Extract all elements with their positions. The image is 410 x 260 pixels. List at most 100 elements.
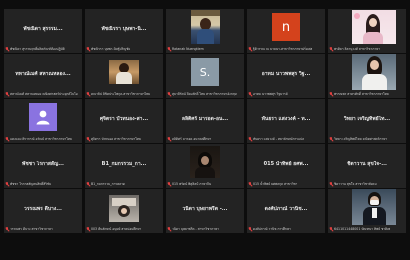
participant-label: พัชชา โรกาสสัญหนสิทธิ์สิริชัย: [10, 182, 51, 186]
participant-name: พัชชา โรกาสสัญ...: [22, 161, 64, 167]
tile-footer: พัชชา โรกาสสัญหนสิทธิ์สิริชัย: [5, 181, 81, 187]
participant-label: ศุจิตรา บัวทนอง สาขาวิชาภาษาไทย: [91, 137, 141, 141]
mic-muted-icon: [5, 92, 9, 96]
participant-tile[interactable]: พัชณิดา สุรรรม... พัชณิดา สุรรรมฤทธิ์ผลิ…: [4, 9, 82, 53]
participant-tile[interactable]: วนิดา บุษยาพรีต -... วนิดา บุษยาพรีต - ส…: [166, 189, 244, 233]
participant-label: พรติยา ลิลานุวงศ์ สาขาวิชาภาษา: [334, 47, 381, 51]
mic-muted-icon: [167, 137, 171, 141]
participant-name: ชิดาวาน สุขใจ-...: [347, 161, 387, 167]
participant-label: วนิดา บุษยาพรีต - สาขาวิชาภาษา: [172, 227, 219, 231]
participant-name: ทันยรา แสงวงค์ - ท...: [261, 116, 311, 122]
tile-footer: ทันยรา แสงวงค์ - ทยาลักษณ์การแปล: [248, 136, 324, 142]
participant-name: พัชณิดา สุรรรม...: [23, 26, 63, 32]
mic-muted-icon: [86, 47, 90, 51]
mic-muted-icon: [248, 47, 252, 51]
participant-tile[interactable]: Ratanak Nuengtiem: [166, 9, 244, 53]
participant-label: วิทยา เจริญทิพย์ไทย คณิตศาสตร์ภาษา: [334, 137, 388, 141]
tile-footer: B1_กมกรรวม_การตลาด: [86, 181, 162, 187]
participant-label: ลลิติศร์ มารอด อนาคตศึกษา: [172, 137, 212, 141]
participant-label: Ratanak Nuengtiem: [172, 47, 204, 51]
mic-muted-icon: [329, 92, 333, 96]
tile-footer: พรติยา ลิลานุวงศ์ สาขาวิชาภาษา: [329, 46, 405, 52]
mic-muted-icon: [248, 182, 252, 186]
avatar: [29, 103, 57, 131]
tile-footer: ฐิติวรรณ ณ มาลนา-สาขาวิชาภาษาฝรั่งเศส: [248, 46, 324, 52]
person-icon: [36, 110, 50, 125]
participant-tile[interactable]: พัชณิรรา บุษพา-นิ... พัชณิรรา บุษพา-นิษฐ…: [85, 9, 163, 53]
participant-tile[interactable]: 015 พรัตน์ พิศุลิลป์ ภาษาจีน: [166, 144, 244, 188]
participant-name: ศุจิตรา บัวทนอง-สา...: [99, 116, 149, 122]
participant-name: ดงศ์ปภาณ์ วานิช...: [264, 206, 308, 212]
mic-muted-icon: [329, 182, 333, 186]
participant-label: คณาธิป ลิขิตประไพกุล-สาขาวิชาภาษาไทย: [91, 92, 151, 96]
mic-muted-icon: [5, 227, 9, 231]
participant-tile[interactable]: B1_กมกรรวม_กา... B1_กมกรรวม_การตลาด: [85, 144, 163, 188]
participant-name: อาทม นาวพพสุร วิฐ...: [261, 71, 311, 77]
avatar: S.: [191, 58, 219, 86]
mic-muted-icon: [86, 227, 90, 231]
participant-tile[interactable]: 015 น้ำทิพย์ ยศพ... 015 น้ำทิพย์ ยศพลกุล…: [247, 144, 325, 188]
participant-video: [191, 10, 220, 44]
participant-name: ทหาณ์เมศ์ สหาณหลอง...: [15, 71, 71, 77]
participant-tile[interactable]: วรรณพร ดีบาง... วรรณพร ดีบาง สาขาวิชาภาษ…: [4, 189, 82, 233]
tile-footer: ดงศ์ปภาณ์ วานิช การศึกษา: [248, 226, 324, 232]
participant-label: แตงแมง ศิรากรณ์ อรัณย์ สาขาวิชาภาษาไทย: [10, 137, 72, 141]
participant-video: [352, 189, 396, 225]
participant-label: ชิดาวาน สุขใจ สาขาวิชาสังคม: [334, 182, 377, 186]
tile-footer: คณาธิป ลิขิตประไพกุล-สาขาวิชาภาษาไทย: [86, 91, 162, 97]
mic-muted-icon: [5, 182, 9, 186]
participant-label: พัชณิดา สุรรรมฤทธิ์ผลิตภัณฑ์ห้องปฏิบัติ: [10, 47, 65, 51]
mic-muted-icon: [248, 227, 252, 231]
tile-footer: สหาณ์เมศ์ สหาณหลอง คณิตศาสตร์ประยุกต์ไบโ…: [5, 91, 81, 97]
tile-footer: ลลิติศร์ มารอด อนาคตศึกษา: [167, 136, 243, 142]
mic-muted-icon: [5, 47, 9, 51]
participant-label: B1_กมกรรวม_การตลาด: [91, 182, 125, 186]
mic-muted-icon: [248, 92, 252, 96]
participant-tile[interactable]: พรรณพร สาครศักดิ์ สาขาวิชาภาษาไทย: [328, 54, 406, 98]
participant-tile[interactable]: พัชชา โรกาสสัญ... พัชชา โรกาสสัญหนสิทธิ์…: [4, 144, 82, 188]
participant-tile[interactable]: ชิดาวาน สุขใจ-... ชิดาวาน สุขใจ สาขาวิชา…: [328, 144, 406, 188]
participant-tile[interactable]: ลลิติศร์ มารอด-อน... ลลิติศร์ มารอด อนาค…: [166, 99, 244, 143]
participant-tile[interactable]: S. สุมาลีรัตน์ ปิยะศักดิ์ ไทย สาขาวิชาภา…: [166, 54, 244, 98]
participant-tile[interactable]: n ฐิติวรรณ ณ มาลนา-สาขาวิชาภาษาฝรั่งเศส: [247, 9, 325, 53]
participant-tile[interactable]: 6411011448001 ปัณฑนา ทิพย์ ชาติเพ: [328, 189, 406, 233]
tile-footer: วนิดา บุษยาพรีต - สาขาวิชาภาษา: [167, 226, 243, 232]
participant-grid: พัชณิดา สุรรรม... พัชณิดา สุรรรมฤทธิ์ผลิ…: [4, 9, 406, 233]
tile-footer: พัชณิดา สุรรรมฤทธิ์ผลิตภัณฑ์ห้องปฏิบัติ: [5, 46, 81, 52]
participant-name: พัชณิรรา บุษพา-นิ...: [101, 26, 147, 32]
participant-label: 003 ต้นลักษณ์ อนุษย์ สาคม่อมศึกษา: [91, 227, 142, 231]
participant-tile[interactable]: ทันยรา แสงวงค์ - ท... ทันยรา แสงวงค์ - ท…: [247, 99, 325, 143]
participant-tile[interactable]: วิทยา เจริญทิพย์ไท... วิทยา เจริญทิพย์ไท…: [328, 99, 406, 143]
participant-label: ฐิติวรรณ ณ มาลนา-สาขาวิชาภาษาฝรั่งเศส: [253, 47, 313, 51]
mic-muted-icon: [86, 92, 90, 96]
participant-tile[interactable]: 003 ต้นลักษณ์ อนุษย์ สาคม่อมศึกษา: [85, 189, 163, 233]
participant-tile[interactable]: อาทม นาวพพสุร วิฐ... อาทม นาวพพสุร วิฐมา…: [247, 54, 325, 98]
participant-tile[interactable]: ศุจิตรา บัวทนอง-สา... ศุจิตรา บัวทนอง สา…: [85, 99, 163, 143]
tile-footer: 003 ต้นลักษณ์ อนุษย์ สาคม่อมศึกษา: [86, 226, 162, 232]
mic-muted-icon: [167, 92, 171, 96]
tile-footer: พรรณพร สาครศักดิ์ สาขาวิชาภาษาไทย: [329, 91, 405, 97]
participant-label: 015 น้ำทิพย์ ยศพลกุล สาขาวิชา: [253, 182, 298, 186]
tile-footer: วรรณพร ดีบาง สาขาวิชาภาษา: [5, 226, 81, 232]
participant-name: 015 น้ำทิพย์ ยศพ...: [263, 161, 309, 167]
tile-footer: 015 น้ำทิพย์ ยศพลกุล สาขาวิชา: [248, 181, 324, 187]
participant-name: วิทยา เจริญทิพย์ไท...: [343, 116, 391, 122]
participant-tile[interactable]: คณาธิป ลิขิตประไพกุล-สาขาวิชาภาษาไทย: [85, 54, 163, 98]
participant-tile[interactable]: ทหาณ์เมศ์ สหาณหลอง... สหาณ์เมศ์ สหาณหลอง…: [4, 54, 82, 98]
avatar: n: [272, 13, 300, 41]
participant-label: สุมาลีรัตน์ ปิยะศักดิ์ ไทย สาขาวิชาภาษาอ…: [172, 92, 237, 96]
mic-muted-icon: [167, 47, 171, 51]
participant-tile[interactable]: ดงศ์ปภาณ์ วานิช... ดงศ์ปภาณ์ วานิช การศึ…: [247, 189, 325, 233]
participant-label: ดงศ์ปภาณ์ วานิช การศึกษา: [253, 227, 291, 231]
participant-video: [352, 10, 396, 44]
mic-muted-icon: [329, 227, 333, 231]
tile-footer: พัชณิรรา บุษพา-นิษฐ์ปริญชัย: [86, 46, 162, 52]
mic-muted-icon: [329, 137, 333, 141]
participant-name: วรรณพร ดีบาง...: [24, 206, 62, 212]
participant-label: พรรณพร สาครศักดิ์ สาขาวิชาภาษาไทย: [334, 92, 389, 96]
tile-footer: แตงแมง ศิรากรณ์ อรัณย์ สาขาวิชาภาษาไทย: [5, 136, 81, 142]
tile-footer: อาทม นาวพพสุร วิฐมารย์: [248, 91, 324, 97]
participant-name: วนิดา บุษยาพรีต -...: [182, 206, 228, 212]
participant-tile[interactable]: แตงแมง ศิรากรณ์ อรัณย์ สาขาวิชาภาษาไทย: [4, 99, 82, 143]
participant-tile[interactable]: พรติยา ลิลานุวงศ์ สาขาวิชาภาษา: [328, 9, 406, 53]
